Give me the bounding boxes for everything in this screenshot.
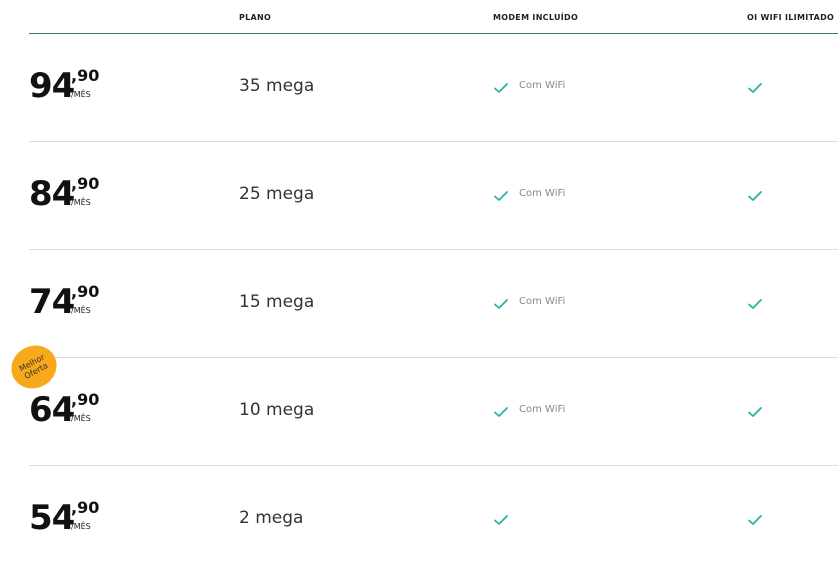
price-decimal: ,90 — [71, 498, 100, 517]
price-unit: /MÊS — [71, 306, 91, 315]
price-unit: /MÊS — [71, 414, 91, 423]
price-integer: 64 — [29, 390, 75, 430]
table-row[interactable]: 54 ,90 /MÊS 2 mega — [29, 465, 838, 573]
plan-speed: 2 mega — [239, 508, 304, 528]
check-icon — [747, 188, 763, 204]
check-icon — [747, 404, 763, 420]
modem-label: Com WiFi — [519, 80, 566, 91]
check-icon — [493, 188, 509, 204]
price-decimal: ,90 — [71, 282, 100, 301]
plan-speed: 35 mega — [239, 76, 315, 96]
check-icon — [747, 296, 763, 312]
table-row[interactable]: 94 ,90 /MÊS 35 mega Com WiFi — [29, 33, 838, 142]
price-integer: 54 — [29, 498, 75, 538]
price-integer: 84 — [29, 174, 75, 214]
table-row[interactable]: 74 ,90 /MÊS 15 mega Com WiFi — [29, 249, 838, 358]
check-icon — [493, 404, 509, 420]
column-header-modem: MODEM INCLUÍDO — [493, 13, 579, 22]
price-unit: /MÊS — [71, 198, 91, 207]
modem-label: Com WiFi — [519, 404, 566, 415]
price-unit: /MÊS — [71, 522, 91, 531]
column-header-wifi: OI WIFI ILIMITADO — [747, 13, 835, 22]
check-icon — [493, 80, 509, 96]
modem-label: Com WiFi — [519, 188, 566, 199]
check-icon — [747, 512, 763, 528]
plan-speed: 25 mega — [239, 184, 315, 204]
table-row[interactable]: 84 ,90 /MÊS 25 mega Com WiFi — [29, 141, 838, 250]
table-row[interactable]: 64 ,90 /MÊS 10 mega Com WiFi — [29, 357, 838, 466]
check-icon — [493, 512, 509, 528]
table-header: PLANO MODEM INCLUÍDO OI WIFI ILIMITADO — [29, 0, 838, 34]
price-decimal: ,90 — [71, 66, 100, 85]
check-icon — [493, 296, 509, 312]
price-decimal: ,90 — [71, 390, 100, 409]
plan-speed: 10 mega — [239, 400, 315, 420]
check-icon — [747, 80, 763, 96]
price-decimal: ,90 — [71, 174, 100, 193]
plan-speed: 15 mega — [239, 292, 315, 312]
modem-label: Com WiFi — [519, 296, 566, 307]
price-integer: 94 — [29, 66, 75, 106]
price-integer: 74 — [29, 282, 75, 322]
column-header-plano: PLANO — [239, 13, 272, 22]
price-unit: /MÊS — [71, 90, 91, 99]
